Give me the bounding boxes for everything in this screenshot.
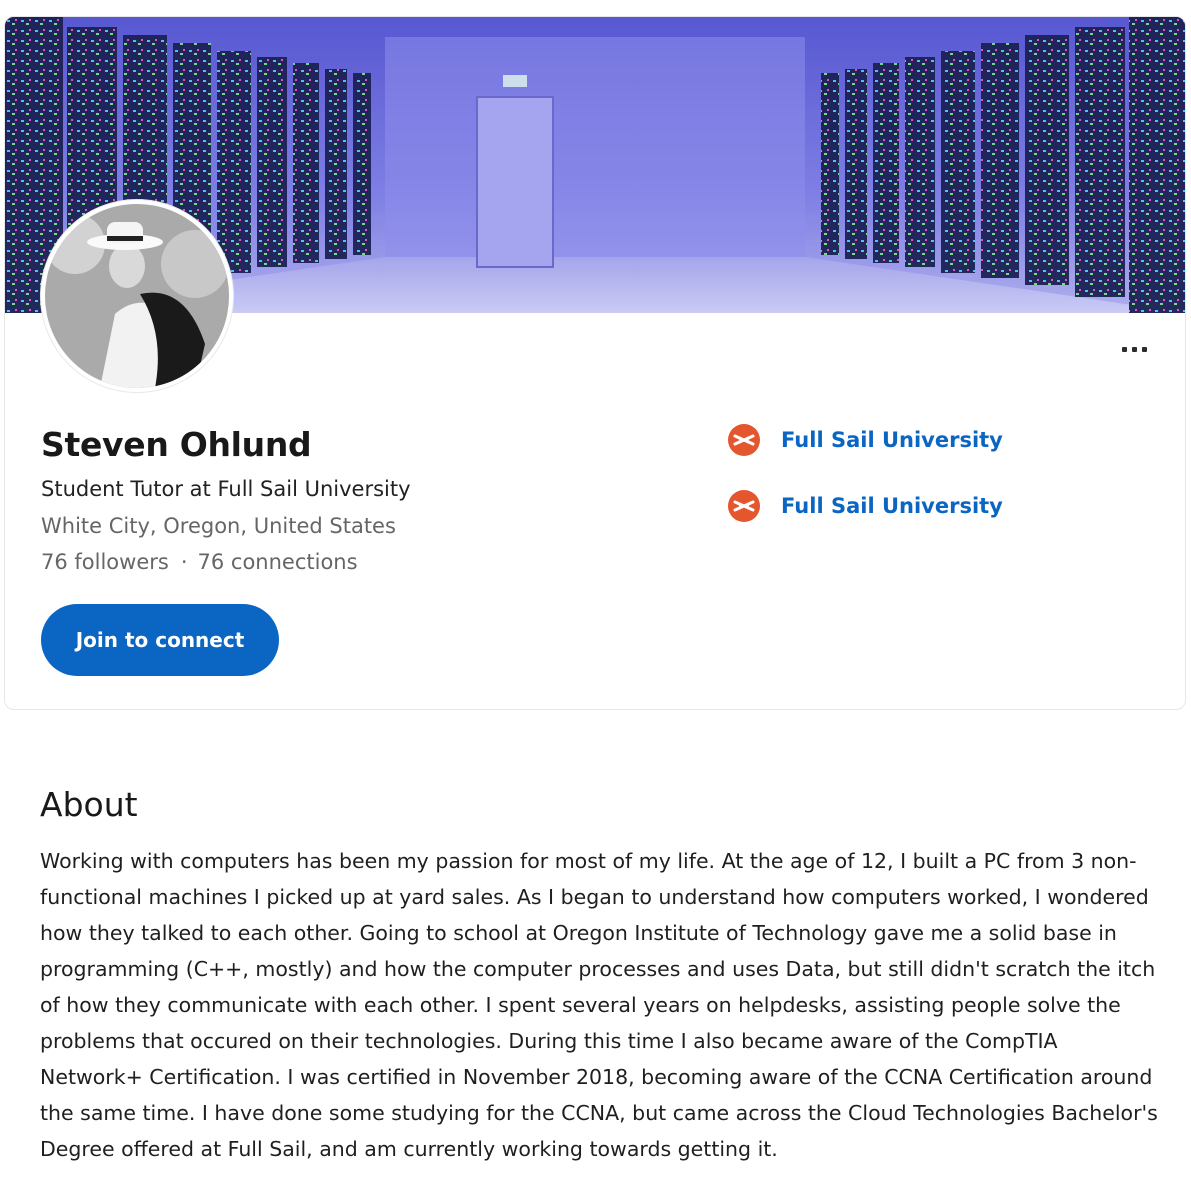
more-dot-icon bbox=[1141, 346, 1147, 352]
more-dot-icon bbox=[1131, 346, 1137, 352]
profile-top-card: Steven Ohlund Student Tutor at Full Sail… bbox=[4, 16, 1186, 710]
education-school-name: Full Sail University bbox=[781, 428, 1003, 452]
join-to-connect-button[interactable]: Join to connect bbox=[41, 604, 279, 676]
full-sail-logo-icon bbox=[728, 424, 760, 456]
full-sail-logo-icon bbox=[728, 490, 760, 522]
profile-avatar bbox=[41, 200, 233, 392]
followers-count: 76 followers bbox=[41, 550, 169, 574]
more-actions-button[interactable] bbox=[1113, 337, 1155, 361]
stats-separator: · bbox=[180, 550, 188, 574]
profile-location: White City, Oregon, United States bbox=[41, 514, 396, 538]
profile-stats: 76 followers · 76 connections bbox=[41, 550, 358, 574]
about-section-title: About bbox=[40, 785, 138, 824]
profile-headline: Student Tutor at Full Sail University bbox=[41, 477, 411, 501]
connections-count: 76 connections bbox=[197, 550, 358, 574]
about-section-text: Working with computers has been my passi… bbox=[40, 849, 1158, 1161]
more-dot-icon bbox=[1121, 346, 1127, 352]
education-item[interactable]: Full Sail University bbox=[727, 489, 1003, 523]
education-school-name: Full Sail University bbox=[781, 494, 1003, 518]
profile-name: Steven Ohlund bbox=[41, 425, 312, 464]
education-item[interactable]: Full Sail University bbox=[727, 423, 1003, 457]
